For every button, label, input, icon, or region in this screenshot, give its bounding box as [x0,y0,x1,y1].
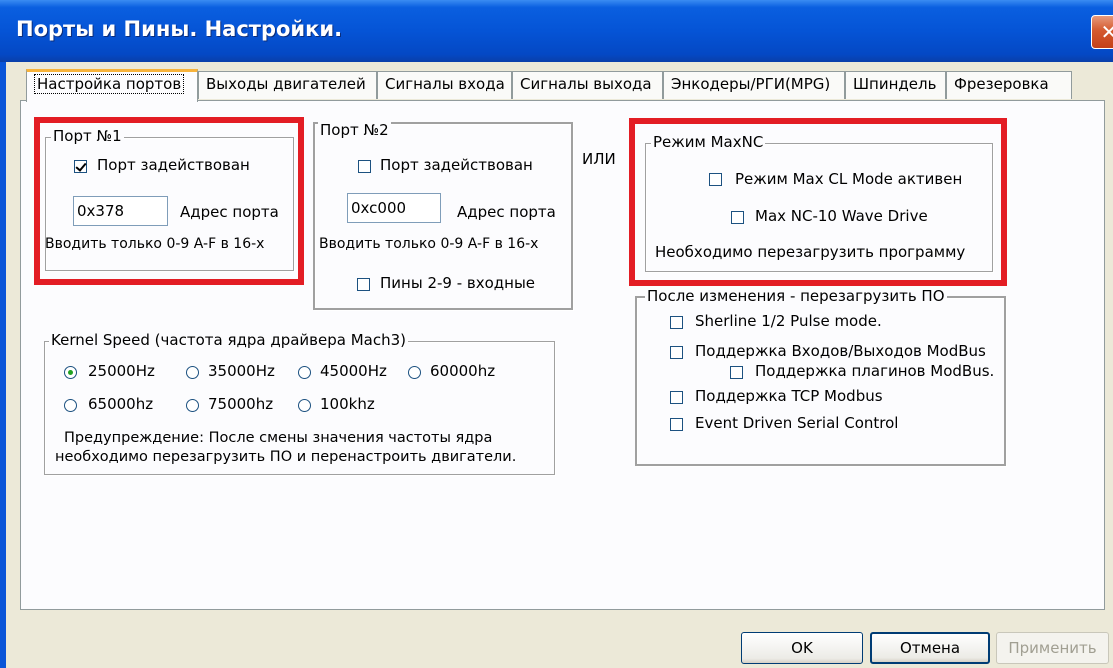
kernel-speed-title: Kernel Speed (частота ядра драйвера Mach… [49,331,408,349]
port2-title: Порт №2 [318,121,391,139]
port2-pins-checkbox[interactable] [357,278,370,291]
port2-enabled-checkbox[interactable] [358,160,371,173]
kernel-45000-label: 45000Hz [320,362,387,380]
ok-button[interactable]: OK [741,632,863,664]
tab-encoders[interactable]: Энкодеры/РГИ(MPG) [663,71,845,99]
wave-drive-label: Max NC-10 Wave Drive [755,207,928,225]
kernel-100k-label: 100khz [320,395,375,413]
port1-address-input[interactable] [73,196,168,226]
apply-button[interactable]: Применить [996,632,1109,664]
tcp-modbus-checkbox[interactable] [670,391,683,404]
or-label: ИЛИ [582,150,616,168]
event-serial-label: Event Driven Serial Control [695,414,899,432]
kernel-warning-line2: необходимо перезагрузить ПО и перенастро… [55,449,517,465]
tab-label: Сигналы выхода [520,75,652,93]
restart-group-title: После изменения - перезагрузить ПО [645,287,947,305]
kernel-25000-label: 25000Hz [88,362,155,380]
kernel-60000-radio[interactable] [408,366,421,379]
maxnc-title: Режим MaxNC [651,133,766,151]
kernel-60000-label: 60000hz [430,362,496,380]
port2-pins-label: Пины 2-9 - входные [380,274,536,292]
port1-title: Порт №1 [51,127,124,145]
close-icon[interactable]: ✕ [1091,15,1113,49]
kernel-65000-radio[interactable] [64,399,77,412]
kernel-75000-radio[interactable] [186,399,199,412]
modbus-plugins-label: Поддержка плагинов ModBus. [755,362,995,380]
tab-label: Энкодеры/РГИ(MPG) [671,75,831,93]
sherline-checkbox[interactable] [670,316,683,329]
kernel-35000-label: 35000Hz [208,362,275,380]
modbus-io-checkbox[interactable] [670,346,683,359]
kernel-warning-line1: Предупреждение: После смены значения час… [64,430,493,446]
port2-address-input[interactable] [347,193,441,223]
port1-enabled-label: Порт задействован [97,156,250,174]
port1-address-label: Адрес порта [180,203,279,221]
kernel-35000-radio[interactable] [186,366,199,379]
tab-output-signals[interactable]: Сигналы выхода [512,71,663,99]
tab-input-signals[interactable]: Сигналы входа [377,71,512,99]
kernel-75000-label: 75000hz [208,395,274,413]
cancel-button[interactable]: Отмена [870,632,990,664]
kernel-45000-radio[interactable] [298,366,311,379]
tab-milling[interactable]: Фрезеровка [946,71,1072,99]
tab-label: Фрезеровка [954,75,1049,93]
port2-enabled-label: Порт задействован [380,156,533,174]
port2-address-label: Адрес порта [457,203,556,221]
kernel-100k-radio[interactable] [298,399,311,412]
window-frame [0,62,6,668]
maxcl-mode-checkbox[interactable] [709,173,722,186]
tab-label: Сигналы входа [385,75,505,93]
maxnc-note: Необходимо перезагрузить программу [655,243,966,261]
maxcl-mode-label: Режим Max CL Mode активен [735,170,963,188]
tcp-modbus-label: Поддержка TCP Modbus [695,387,883,405]
tab-label: Выходы двигателей [206,75,366,93]
port2-hint: Вводить только 0-9 A-F в 16-х [319,236,539,252]
sherline-label: Sherline 1/2 Pulse mode. [695,312,882,330]
port1-enabled-checkbox[interactable] [74,160,87,173]
tab-motor-outputs[interactable]: Выходы двигателей [198,71,377,99]
event-serial-checkbox[interactable] [670,418,683,431]
tab-label: Настройка портов [34,74,185,94]
tab-label: Шпиндель [853,75,937,93]
modbus-io-label: Поддержка Входов/Выходов ModBus [695,342,986,360]
window-title: Порты и Пины. Настройки. [16,17,343,41]
kernel-25000-radio[interactable] [64,366,77,379]
tab-port-settings[interactable]: Настройка портов [26,69,198,102]
tab-spindle[interactable]: Шпиндель [845,71,946,99]
port1-hint: Вводить только 0-9 A-F в 16-х [45,236,265,252]
wave-drive-checkbox[interactable] [731,211,744,224]
kernel-65000-label: 65000hz [88,395,154,413]
modbus-plugins-checkbox[interactable] [730,366,743,379]
